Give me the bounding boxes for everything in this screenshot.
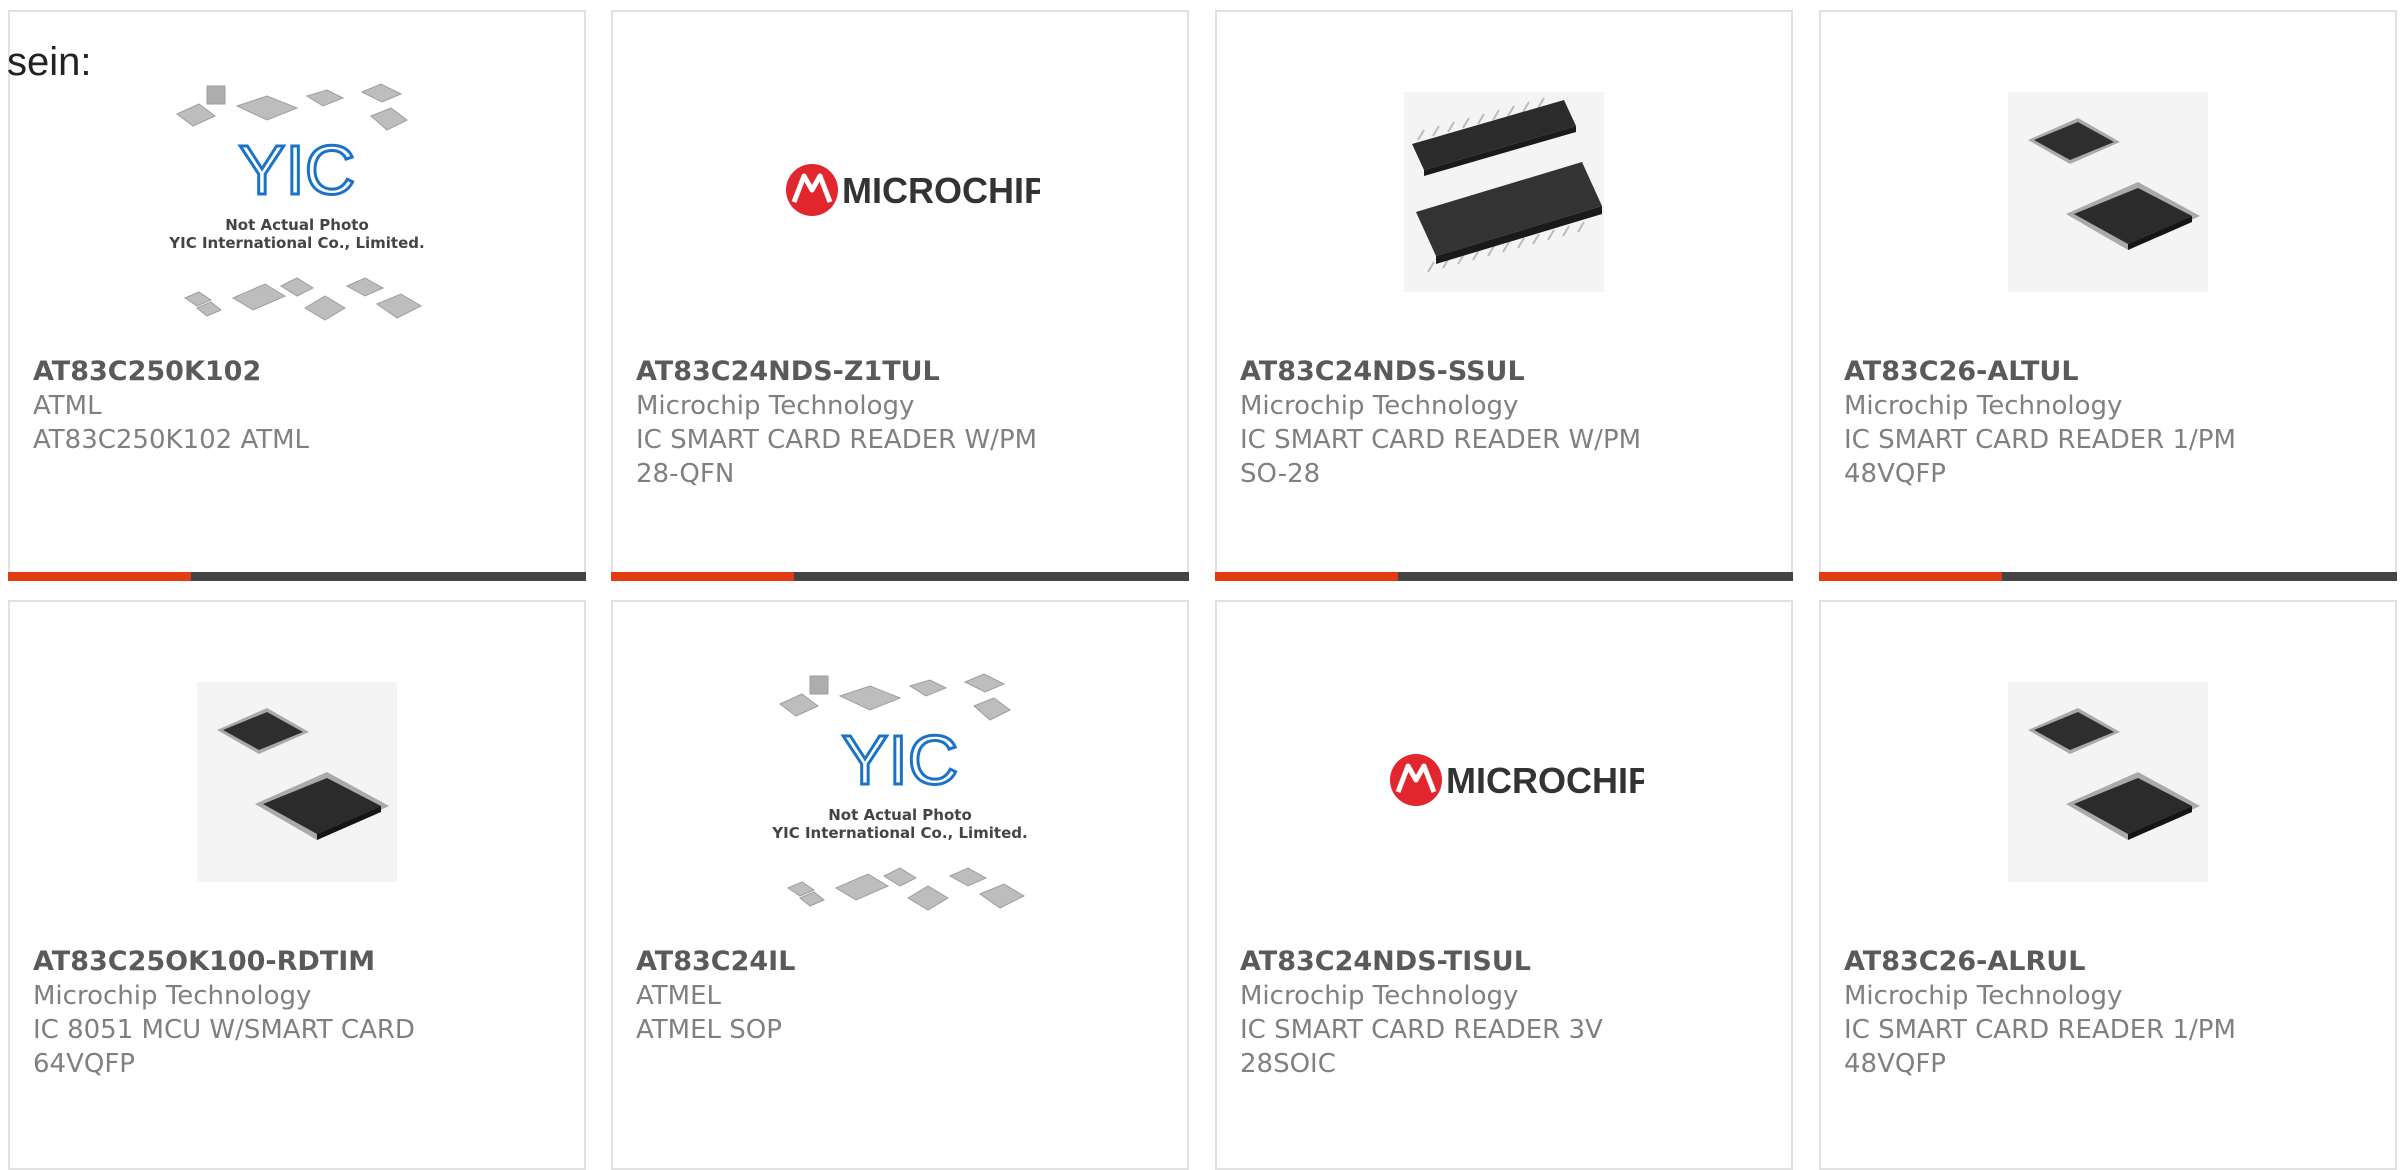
- product-image[interactable]: YIC Not Actual Photo YIC International C…: [10, 72, 584, 352]
- description: IC SMART CARD READER W/PM: [636, 425, 1038, 455]
- product-image[interactable]: YIC Not Actual Photo YIC International C…: [613, 662, 1187, 942]
- card-bar: [8, 572, 586, 581]
- product-card[interactable]: YIC Not Actual Photo YIC International C…: [8, 10, 586, 581]
- part-number[interactable]: AT83C25OK100-RDTIM: [33, 945, 574, 979]
- manufacturer: ATMEL: [636, 981, 721, 1011]
- product-card[interactable]: YIC Not Actual Photo YIC International C…: [611, 600, 1189, 1170]
- svg-text:YIC: YIC: [842, 721, 959, 799]
- product-image[interactable]: MICROCHIP: [1217, 662, 1791, 942]
- description: IC SMART CARD READER 1/PM: [1844, 425, 2236, 455]
- svg-text:Not Actual Photo: Not Actual Photo: [828, 806, 972, 824]
- product-card[interactable]: AT83C26-ALTUL Microchip Technology IC SM…: [1819, 10, 2397, 581]
- description: ATMEL SOP: [636, 1015, 782, 1045]
- card-bar: [1819, 572, 2397, 581]
- package: 64VQFP: [33, 1049, 135, 1079]
- description: AT83C250K102 ATML: [33, 425, 310, 455]
- part-number[interactable]: AT83C24NDS-Z1TUL: [636, 355, 1177, 389]
- package: 28SOIC: [1240, 1049, 1336, 1079]
- package: 48VQFP: [1844, 459, 1946, 489]
- part-number[interactable]: AT83C26-ALRUL: [1844, 945, 2385, 979]
- intro-text: sein:: [7, 40, 92, 84]
- package: 48VQFP: [1844, 1049, 1946, 1079]
- product-image[interactable]: [1821, 662, 2395, 942]
- part-number[interactable]: AT83C250K102: [33, 355, 574, 389]
- description: IC 8051 MCU W/SMART CARD: [33, 1015, 415, 1045]
- part-number[interactable]: AT83C24IL: [636, 945, 1177, 979]
- svg-text:MICROCHIP: MICROCHIP: [842, 170, 1040, 211]
- description: IC SMART CARD READER W/PM: [1240, 425, 1642, 455]
- product-card[interactable]: AT83C26-ALRUL Microchip Technology IC SM…: [1819, 600, 2397, 1170]
- manufacturer: Microchip Technology: [33, 981, 312, 1011]
- product-image[interactable]: [1821, 72, 2395, 352]
- card-bar: [1215, 572, 1793, 581]
- product-image[interactable]: MICROCHIP: [613, 72, 1187, 352]
- description: IC SMART CARD READER 1/PM: [1844, 1015, 2236, 1045]
- svg-text:YIC International Co., Limited: YIC International Co., Limited.: [168, 234, 424, 252]
- product-card[interactable]: MICROCHIP AT83C24NDS-Z1TUL Microchip Tec…: [611, 10, 1189, 581]
- product-image[interactable]: [10, 662, 584, 942]
- manufacturer: ATML: [33, 391, 102, 421]
- manufacturer: Microchip Technology: [1844, 391, 2123, 421]
- manufacturer: Microchip Technology: [1240, 981, 1519, 1011]
- manufacturer: Microchip Technology: [636, 391, 915, 421]
- part-number[interactable]: AT83C24NDS-SSUL: [1240, 355, 1781, 389]
- manufacturer: Microchip Technology: [1844, 981, 2123, 1011]
- package: SO-28: [1240, 459, 1321, 489]
- product-card[interactable]: AT83C24NDS-SSUL Microchip Technology IC …: [1215, 10, 1793, 581]
- manufacturer: Microchip Technology: [1240, 391, 1519, 421]
- product-card[interactable]: MICROCHIP AT83C24NDS-TISUL Microchip Tec…: [1215, 600, 1793, 1170]
- svg-text:YIC: YIC: [239, 131, 356, 209]
- svg-text:Not Actual Photo: Not Actual Photo: [225, 216, 369, 234]
- product-image[interactable]: [1217, 72, 1791, 352]
- package: 28-QFN: [636, 459, 735, 489]
- description: IC SMART CARD READER 3V: [1240, 1015, 1603, 1045]
- part-number[interactable]: AT83C24NDS-TISUL: [1240, 945, 1781, 979]
- part-number[interactable]: AT83C26-ALTUL: [1844, 355, 2385, 389]
- svg-text:MICROCHIP: MICROCHIP: [1446, 760, 1644, 801]
- svg-text:YIC International Co., Limited: YIC International Co., Limited.: [771, 824, 1027, 842]
- card-bar: [611, 572, 1189, 581]
- product-card[interactable]: AT83C25OK100-RDTIM Microchip Technology …: [8, 600, 586, 1170]
